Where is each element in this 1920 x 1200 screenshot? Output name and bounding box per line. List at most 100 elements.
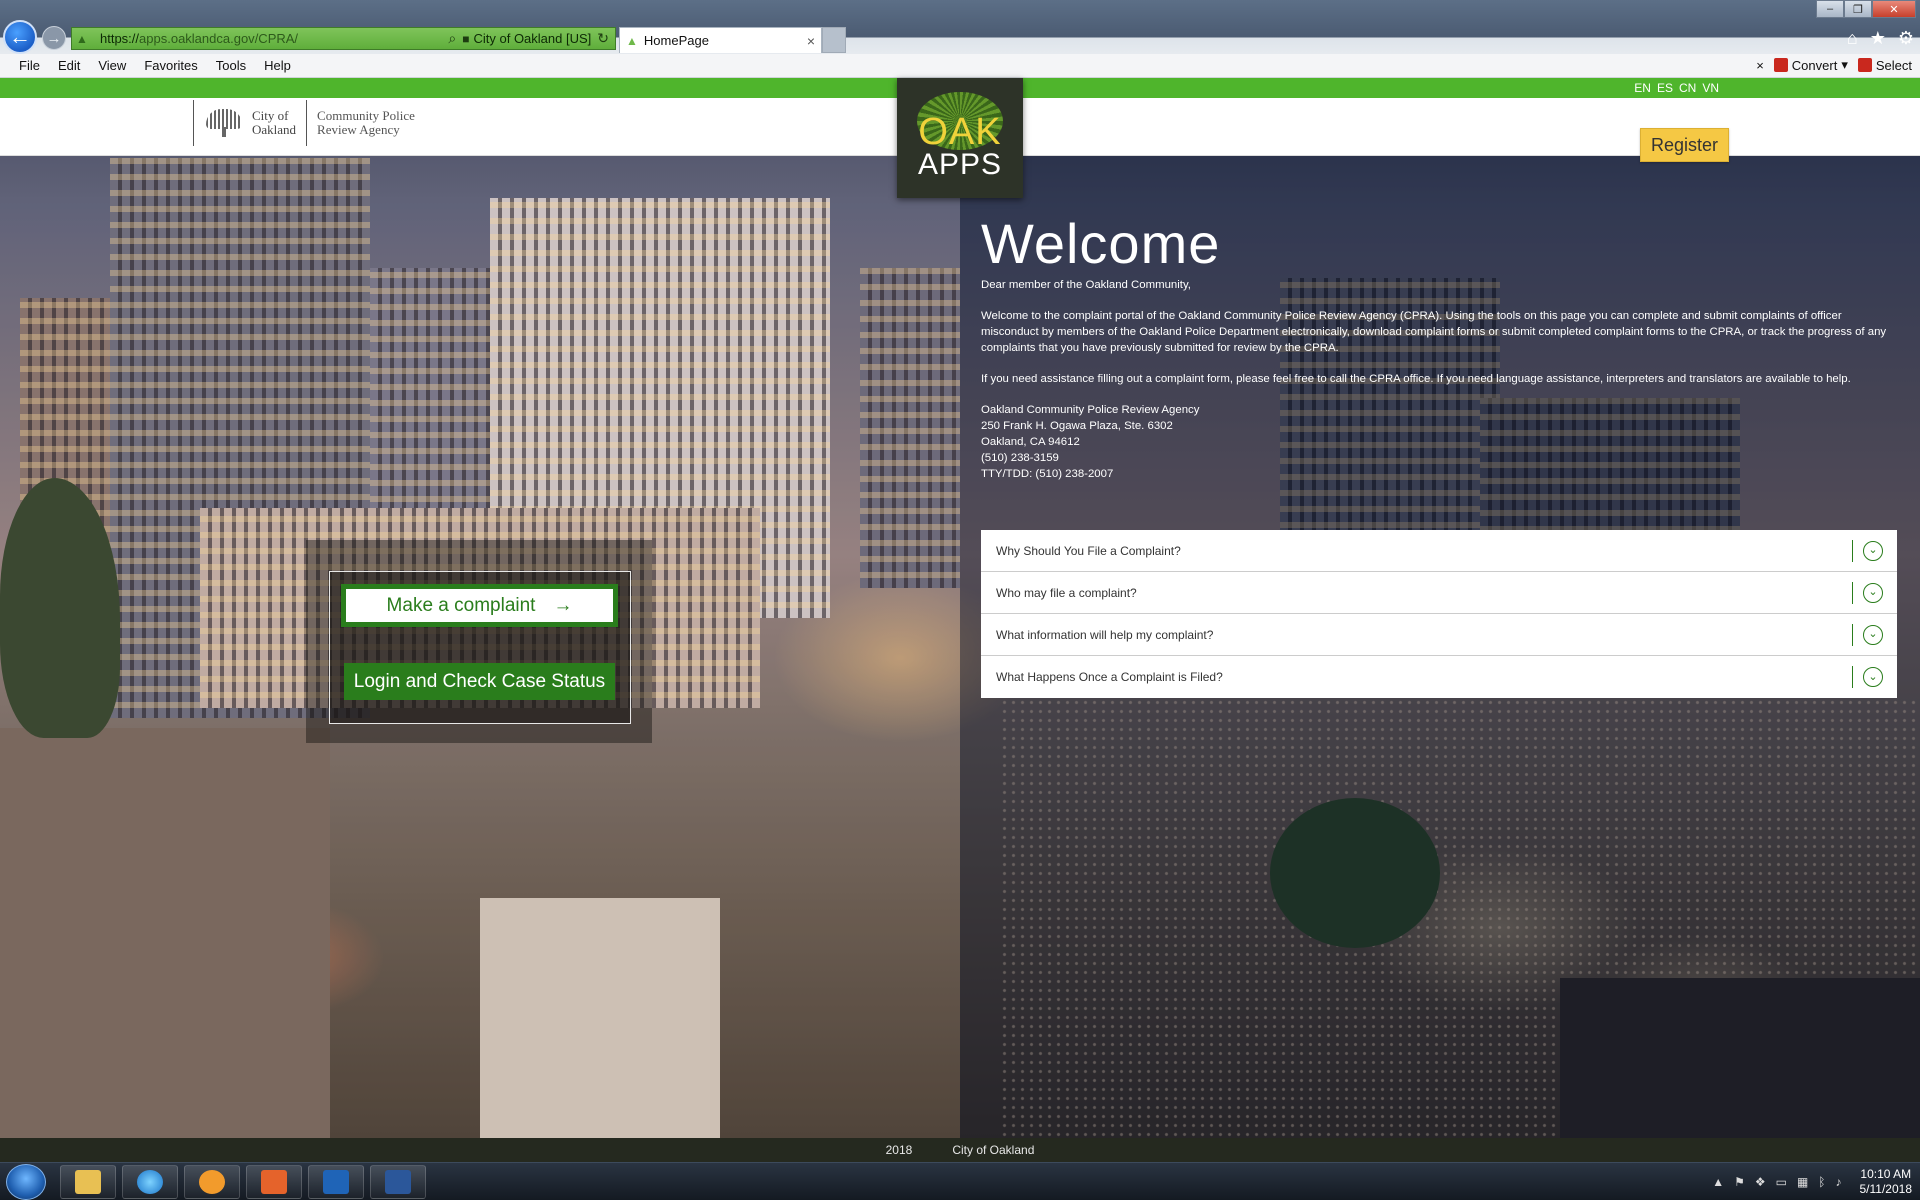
faq-question: What Happens Once a Complaint is Filed?: [996, 670, 1223, 684]
back-arrow-icon: ←: [9, 24, 31, 49]
welcome-paragraph-1: Welcome to the complaint portal of the O…: [981, 310, 1887, 354]
browser-chrome: ← → ▲ https://apps.oaklandca.gov/CPRA/ ⌕…: [0, 0, 1920, 78]
chevron-down-icon[interactable]: ⌄: [1863, 582, 1883, 603]
minimize-icon[interactable]: –: [1816, 0, 1844, 18]
language-switcher: EN ES CN VN: [1634, 81, 1719, 95]
gear-icon[interactable]: ⚙: [1898, 28, 1914, 49]
tab-homepage[interactable]: ▲ HomePage ×: [619, 27, 822, 53]
address-street: 250 Frank H. Ogawa Plaza, Ste. 6302: [981, 420, 1173, 433]
menu-view[interactable]: View: [89, 58, 135, 73]
menu-tools[interactable]: Tools: [207, 58, 255, 73]
favorites-star-icon[interactable]: ★: [1870, 28, 1886, 49]
make-complaint-label: Make a complaint: [386, 594, 536, 616]
window-controls: – ❐ ✕: [1816, 0, 1916, 18]
action-center-flag-icon[interactable]: ⚑: [1734, 1175, 1745, 1189]
home-icon[interactable]: ⌂: [1847, 28, 1858, 49]
menu-bar: File Edit View Favorites Tools Help × Co…: [0, 54, 1920, 78]
internet-explorer-icon[interactable]: [122, 1165, 178, 1199]
address-url[interactable]: https://apps.oaklandca.gov/CPRA/: [100, 31, 448, 46]
search-icon[interactable]: ⌕: [448, 30, 456, 47]
convert-label: Convert: [1791, 57, 1838, 73]
register-button[interactable]: Register: [1640, 128, 1729, 162]
faq-question: Why Should You File a Complaint?: [996, 543, 1181, 558]
forward-button[interactable]: →: [42, 26, 66, 50]
menu-favorites[interactable]: Favorites: [135, 58, 206, 73]
welcome-body: Dear member of the Oakland Community, We…: [981, 278, 1896, 388]
close-toolbar-icon[interactable]: ×: [1756, 58, 1764, 73]
select-button[interactable]: Select: [1857, 58, 1912, 73]
menu-edit[interactable]: Edit: [49, 58, 89, 73]
certificate-label[interactable]: City of Oakland [US]: [473, 31, 591, 46]
clock-date: 5/11/2018: [1859, 1182, 1913, 1196]
faq-item-who-may-file[interactable]: Who may file a complaint? ⌄: [981, 572, 1897, 614]
faq-question: What information will help my complaint?: [996, 627, 1214, 642]
lang-vn[interactable]: VN: [1702, 81, 1719, 95]
browser-toolbar-icons: ⌂ ★ ⚙: [1847, 28, 1914, 49]
login-check-status-button[interactable]: Login and Check Case Status: [344, 663, 615, 700]
oak-apps-logo[interactable]: OAK APPS: [897, 78, 1023, 198]
lang-en[interactable]: EN: [1634, 81, 1651, 95]
start-button[interactable]: [6, 1164, 46, 1200]
window-close-icon[interactable]: ✕: [1872, 0, 1916, 18]
new-tab-button[interactable]: [822, 27, 846, 53]
faq-item-what-info[interactable]: What information will help my complaint?…: [981, 614, 1897, 656]
city-name-line2: Oakland: [252, 122, 297, 137]
make-complaint-button[interactable]: Make a complaint →: [344, 587, 615, 624]
faq-divider: [1852, 666, 1853, 688]
restore-icon[interactable]: ❐: [1844, 0, 1872, 18]
bluetooth-icon[interactable]: ᛒ: [1818, 1175, 1825, 1189]
pdf-toolbar: × Convert ▾ Select: [1756, 57, 1912, 73]
city-of-oakland-logo[interactable]: City of Oakland Community Police Review …: [193, 100, 415, 146]
snagit-icon[interactable]: [246, 1165, 302, 1199]
agency-name-line2: Review Agency: [317, 122, 400, 137]
word-icon[interactable]: [370, 1165, 426, 1199]
pdf-convert-icon: [1773, 58, 1788, 72]
menu-file[interactable]: File: [0, 58, 49, 73]
system-tray: ▲ ⚑ ❖ ▭ ▦ ᛒ ♪ 10:10 AM 5/11/2018: [1712, 1163, 1912, 1200]
convert-button[interactable]: Convert ▾: [1773, 57, 1848, 73]
tab-favicon-icon: ▲: [626, 33, 638, 48]
address-name: Oakland Community Police Review Agency: [981, 404, 1200, 417]
outlook-icon[interactable]: [308, 1165, 364, 1199]
taskbar-clock[interactable]: 10:10 AM 5/11/2018: [1860, 1167, 1913, 1197]
chevron-down-icon[interactable]: ▾: [1841, 57, 1848, 73]
chevron-down-icon[interactable]: ⌄: [1863, 624, 1883, 645]
display-icon[interactable]: ▭: [1776, 1175, 1787, 1189]
refresh-icon[interactable]: ↻: [597, 30, 609, 47]
agency-name: Community Police Review Agency: [306, 100, 415, 146]
media-player-icon[interactable]: [184, 1165, 240, 1199]
forward-arrow-icon: →: [46, 29, 62, 47]
footer-org: City of Oakland: [952, 1143, 1035, 1157]
network-icon[interactable]: ▦: [1797, 1175, 1808, 1189]
dropbox-icon[interactable]: ❖: [1755, 1175, 1766, 1189]
agency-name-line1: Community Police: [317, 108, 415, 123]
site-header: EN ES CN VN City of Oakland Community Po…: [0, 78, 1920, 198]
file-explorer-icon[interactable]: [60, 1165, 116, 1199]
url-path: /CPRA/: [254, 31, 299, 46]
address-phone: (510) 238-3159: [981, 452, 1059, 465]
contact-address: Oakland Community Police Review Agency 2…: [981, 403, 1896, 483]
faq-item-why-file[interactable]: Why Should You File a Complaint? ⌄: [981, 530, 1897, 572]
footer-year: 2018: [885, 1143, 913, 1157]
menu-help[interactable]: Help: [255, 58, 300, 73]
lock-icon[interactable]: ■: [462, 32, 469, 46]
faq-divider: [1852, 623, 1853, 646]
tab-title: HomePage: [643, 33, 709, 48]
volume-icon[interactable]: ♪: [1836, 1175, 1842, 1189]
url-host: apps.oaklandca.gov: [139, 31, 255, 46]
lang-es[interactable]: ES: [1657, 81, 1673, 95]
lang-cn[interactable]: CN: [1679, 81, 1696, 95]
chevron-down-icon[interactable]: ⌄: [1863, 667, 1883, 687]
url-scheme: https://: [100, 31, 140, 46]
address-bar[interactable]: ▲ https://apps.oaklandca.gov/CPRA/ ⌕ ■ C…: [71, 27, 616, 50]
city-name: City of Oakland: [252, 109, 296, 137]
tab-close-icon[interactable]: ×: [807, 33, 815, 49]
windows-taskbar: ▲ ⚑ ❖ ▭ ▦ ᛒ ♪ 10:10 AM 5/11/2018: [0, 1162, 1920, 1200]
back-button[interactable]: ←: [3, 20, 37, 54]
faq-item-what-happens[interactable]: What Happens Once a Complaint is Filed? …: [981, 656, 1897, 698]
welcome-paragraph-2: If you need assistance filling out a com…: [981, 373, 1851, 385]
show-hidden-icons-icon[interactable]: ▲: [1712, 1175, 1724, 1189]
oak-tree-icon: [204, 109, 244, 137]
faq-question: Who may file a complaint?: [996, 585, 1137, 600]
chevron-down-icon[interactable]: ⌄: [1863, 540, 1883, 561]
